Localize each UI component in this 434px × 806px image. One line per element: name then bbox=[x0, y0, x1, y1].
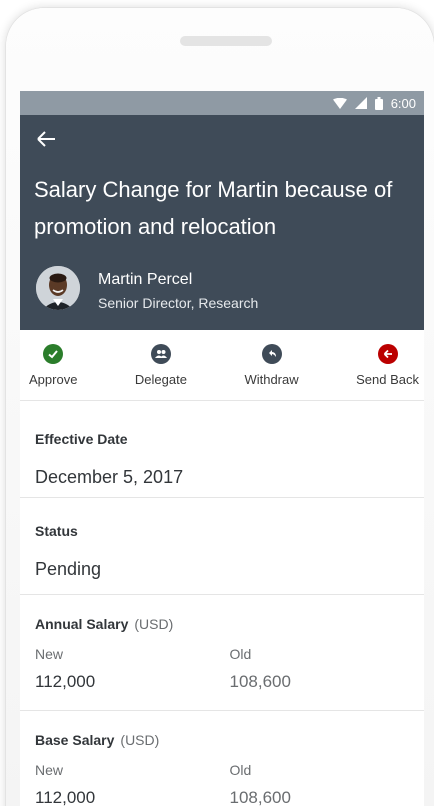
base-salary-field: Base Salary (USD) New 112,000 Old 108,600 bbox=[20, 711, 424, 806]
effective-date-value: December 5, 2017 bbox=[35, 467, 184, 487]
phone-speaker bbox=[180, 36, 272, 46]
phone-frame: 6:00 Salary Change for Martin because of… bbox=[6, 8, 434, 806]
old-label: Old bbox=[229, 762, 252, 778]
approve-button[interactable]: Approve bbox=[29, 330, 77, 400]
withdraw-label: Withdraw bbox=[244, 372, 299, 387]
person-role: Senior Director, Research bbox=[98, 295, 259, 311]
new-value: 112,000 bbox=[35, 672, 96, 691]
group-icon bbox=[150, 344, 171, 364]
annual-salary-label: Annual Salary (USD) bbox=[35, 616, 424, 632]
battery-icon bbox=[374, 96, 383, 110]
new-value: 112,000 bbox=[35, 788, 96, 806]
approve-label: Approve bbox=[29, 372, 78, 387]
base-salary-values: New 112,000 Old 108,600 bbox=[35, 762, 424, 806]
delegate-label: Delegate bbox=[134, 372, 187, 387]
old-value: 108,600 bbox=[229, 788, 291, 806]
status-field: Status Pending bbox=[20, 498, 424, 595]
old-label: Old bbox=[229, 646, 252, 662]
signal-icon bbox=[354, 97, 367, 109]
annual-salary-field: Annual Salary (USD) New 112,000 Old 108,6… bbox=[20, 595, 424, 711]
send-back-label: Send Back bbox=[356, 372, 419, 387]
arrow-left-icon bbox=[377, 344, 398, 364]
base-salary-unit: (USD) bbox=[120, 732, 160, 748]
back-button[interactable] bbox=[34, 126, 60, 152]
check-icon bbox=[43, 344, 64, 364]
status-bar: 6:00 bbox=[20, 91, 424, 115]
base-salary-old: Old 108,600 bbox=[230, 762, 425, 806]
status-value: Pending bbox=[35, 559, 102, 579]
action-bar: Approve Delegate Withdraw Send Back bbox=[20, 330, 424, 401]
annual-salary-values: New 112,000 Old 108,600 bbox=[35, 646, 424, 692]
delegate-button[interactable]: Delegate bbox=[135, 330, 187, 400]
annual-salary-new: New 112,000 bbox=[35, 646, 230, 692]
new-label: New bbox=[35, 646, 64, 662]
arrow-left-icon bbox=[37, 131, 55, 147]
avatar bbox=[36, 266, 80, 310]
annual-salary-old: Old 108,600 bbox=[230, 646, 425, 692]
annual-salary-title: Annual Salary bbox=[35, 616, 129, 632]
base-salary-title: Base Salary bbox=[35, 732, 115, 748]
base-salary-label: Base Salary (USD) bbox=[35, 732, 424, 748]
page-title: Salary Change for Martin because of prom… bbox=[34, 177, 393, 239]
annual-salary-unit: (USD) bbox=[134, 616, 174, 632]
base-salary-new: New 112,000 bbox=[35, 762, 230, 806]
status-label: Status bbox=[35, 523, 78, 539]
withdraw-button[interactable]: Withdraw bbox=[244, 330, 299, 400]
send-back-button[interactable]: Send Back bbox=[356, 330, 419, 400]
new-label: New bbox=[35, 762, 64, 778]
effective-date-label: Effective Date bbox=[35, 431, 128, 447]
effective-date-field: Effective Date December 5, 2017 bbox=[20, 401, 424, 498]
person-name: Martin Percel bbox=[98, 271, 193, 288]
old-value: 108,600 bbox=[229, 672, 291, 691]
undo-icon bbox=[261, 344, 282, 364]
wifi-icon bbox=[332, 97, 347, 109]
status-time: 6:00 bbox=[390, 95, 416, 111]
page-header: Salary Change for Martin because of prom… bbox=[20, 115, 424, 330]
app-screen: 6:00 Salary Change for Martin because of… bbox=[20, 91, 424, 806]
